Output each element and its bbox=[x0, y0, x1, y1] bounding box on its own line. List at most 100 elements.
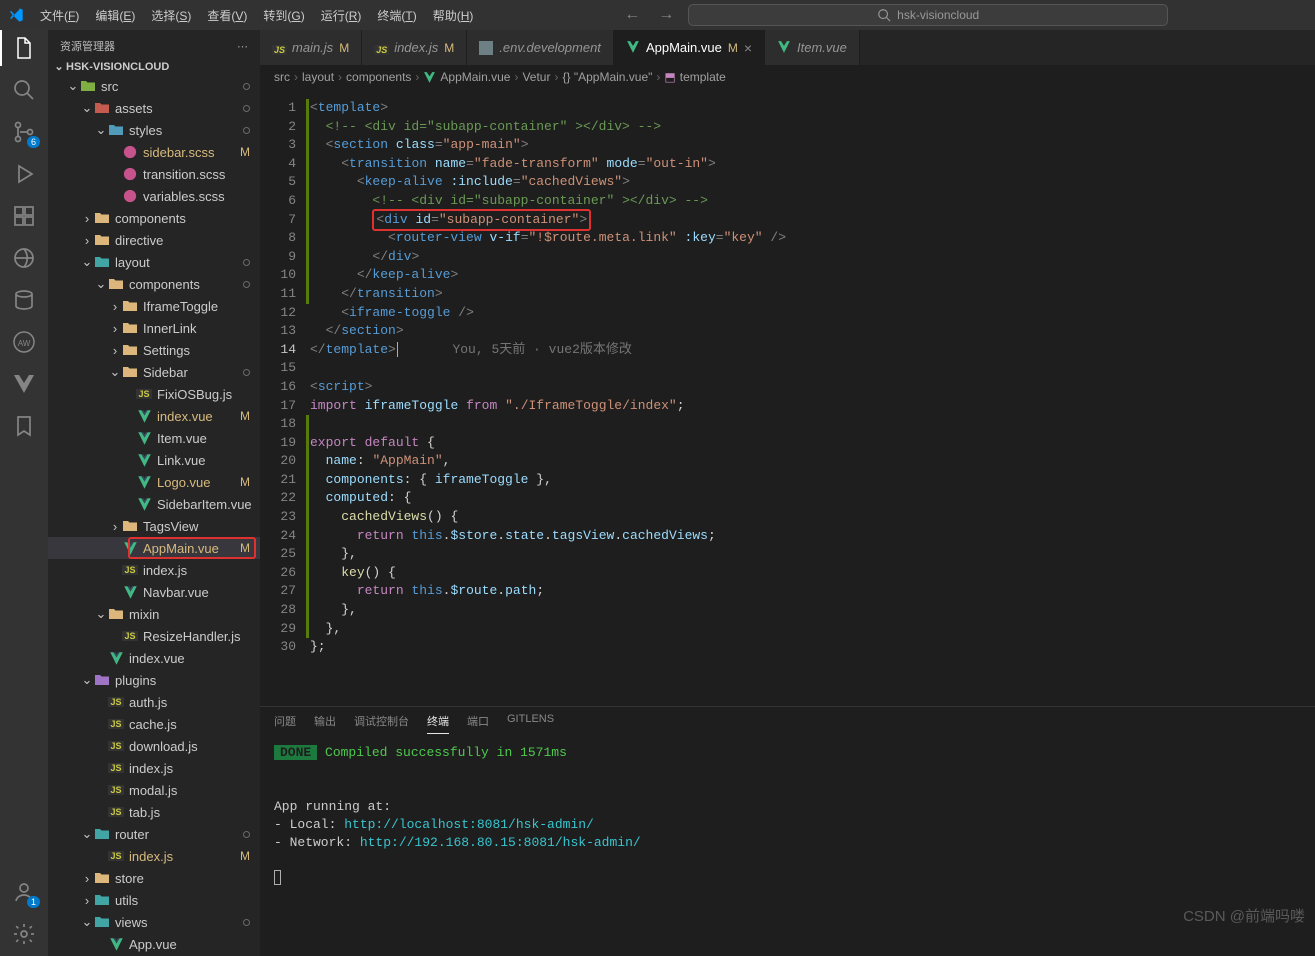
tree-item-modal.js[interactable]: JSmodal.js bbox=[48, 779, 260, 801]
tree-item-Navbar.vue[interactable]: Navbar.vue bbox=[48, 581, 260, 603]
tree-item-variables.scss[interactable]: variables.scss bbox=[48, 185, 260, 207]
menubar: 文件(F)编辑(E)选择(S)查看(V)转到(G)运行(R)终端(T)帮助(H)… bbox=[0, 0, 1315, 30]
tree-item-index.vue[interactable]: index.vueM bbox=[48, 405, 260, 427]
tree-item-Settings[interactable]: ›Settings bbox=[48, 339, 260, 361]
tree-item-tab.js[interactable]: JStab.js bbox=[48, 801, 260, 823]
menu-帮助[interactable]: 帮助(H) bbox=[425, 7, 482, 24]
tree-item-download.js[interactable]: JSdownload.js bbox=[48, 735, 260, 757]
panel-tab-GITLENS[interactable]: GITLENS bbox=[507, 713, 554, 734]
panel-tab-调试控制台[interactable]: 调试控制台 bbox=[354, 713, 409, 734]
breadcrumb-item[interactable]: {} "AppMain.vue" bbox=[562, 70, 652, 84]
editor-body[interactable]: 1234567891011121314151617181920212223242… bbox=[260, 89, 1315, 706]
breadcrumb-item[interactable]: Vetur bbox=[522, 70, 550, 84]
nav-forward-icon[interactable]: → bbox=[654, 6, 678, 24]
tab-AppMain.vue[interactable]: AppMain.vueM× bbox=[614, 30, 765, 65]
panel: 问题输出调试控制台终端端口 GITLENS DONE Compiled succe… bbox=[260, 706, 1315, 956]
tree-item-router[interactable]: ⌄router bbox=[48, 823, 260, 845]
breadcrumb-item[interactable]: src bbox=[274, 70, 290, 84]
tree-item-store[interactable]: ›store bbox=[48, 867, 260, 889]
done-badge: DONE bbox=[274, 745, 317, 760]
run-debug-icon[interactable] bbox=[12, 162, 36, 186]
editor-area: JSmain.jsMJSindex.jsM.env.developmentApp… bbox=[260, 30, 1315, 956]
tree-item-index.vue[interactable]: index.vue bbox=[48, 647, 260, 669]
command-center[interactable]: hsk-visioncloud bbox=[688, 4, 1168, 26]
breadcrumb-item[interactable]: layout bbox=[302, 70, 334, 84]
tree-item-plugins[interactable]: ⌄plugins bbox=[48, 669, 260, 691]
tree-root[interactable]: ⌄HSK-VISIONCLOUD bbox=[48, 58, 260, 75]
tree-item-components[interactable]: ⌄components bbox=[48, 273, 260, 295]
panel-tabs: 问题输出调试控制台终端端口 GITLENS bbox=[260, 707, 1315, 740]
tree-item-Logo.vue[interactable]: Logo.vueM bbox=[48, 471, 260, 493]
search-icon[interactable] bbox=[12, 78, 36, 102]
breadcrumb-item[interactable]: ⬒ template bbox=[664, 70, 725, 84]
breadcrumb-item[interactable]: AppMain.vue bbox=[423, 70, 510, 84]
tree-item-directive[interactable]: ›directive bbox=[48, 229, 260, 251]
terminal-body[interactable]: DONE Compiled successfully in 1571ms App… bbox=[260, 740, 1315, 956]
tree-item-Sidebar[interactable]: ⌄Sidebar bbox=[48, 361, 260, 383]
extensions-icon[interactable] bbox=[12, 204, 36, 228]
account-icon[interactable]: 1 bbox=[12, 880, 36, 904]
tree-item-Item.vue[interactable]: Item.vue bbox=[48, 427, 260, 449]
local-url[interactable]: http://localhost:8081/hsk-admin/ bbox=[344, 817, 594, 832]
tree-item-ResizeHandler.js[interactable]: JSResizeHandler.js bbox=[48, 625, 260, 647]
scm-icon[interactable]: 6 bbox=[12, 120, 36, 144]
panel-tab-端口[interactable]: 端口 bbox=[467, 713, 489, 734]
tree-item-utils[interactable]: ›utils bbox=[48, 889, 260, 911]
panel-tab-输出[interactable]: 输出 bbox=[314, 713, 336, 734]
panel-tab-问题[interactable]: 问题 bbox=[274, 713, 296, 734]
db-icon[interactable] bbox=[12, 288, 36, 312]
sidebar: 资源管理器 ⋯ ⌄HSK-VISIONCLOUD ⌄src⌄assets⌄sty… bbox=[48, 30, 260, 956]
menu-运行[interactable]: 运行(R) bbox=[313, 7, 370, 24]
tree-item-src[interactable]: ⌄src bbox=[48, 75, 260, 97]
tree-item-cache.js[interactable]: JScache.js bbox=[48, 713, 260, 735]
tree-item-IframeToggle[interactable]: ›IframeToggle bbox=[48, 295, 260, 317]
tree-item-index.js[interactable]: JSindex.jsM bbox=[48, 845, 260, 867]
tree-item-components[interactable]: ›components bbox=[48, 207, 260, 229]
tree-item-assets[interactable]: ⌄assets bbox=[48, 97, 260, 119]
vue-icon[interactable] bbox=[12, 372, 36, 396]
explorer-icon[interactable] bbox=[12, 36, 36, 60]
tree-item-InnerLink[interactable]: ›InnerLink bbox=[48, 317, 260, 339]
sidebar-more-icon[interactable]: ⋯ bbox=[237, 40, 248, 53]
menu-编辑[interactable]: 编辑(E) bbox=[87, 7, 143, 24]
scm-badge: 6 bbox=[27, 136, 40, 148]
menu-查看[interactable]: 查看(V) bbox=[199, 7, 255, 24]
breadcrumb-item[interactable]: components bbox=[346, 70, 411, 84]
tree-item-auth.js[interactable]: JSauth.js bbox=[48, 691, 260, 713]
tree-item-App.vue[interactable]: App.vue bbox=[48, 933, 260, 955]
tree-item-layout[interactable]: ⌄layout bbox=[48, 251, 260, 273]
code-content[interactable]: <template> <!-- <div id="subapp-containe… bbox=[310, 89, 1315, 706]
tab-index.js[interactable]: JSindex.jsM bbox=[362, 30, 467, 65]
tree-item-SidebarItem.vue[interactable]: SidebarItem.vue bbox=[48, 493, 260, 515]
bookmark-icon[interactable] bbox=[12, 414, 36, 438]
gutter: 1234567891011121314151617181920212223242… bbox=[260, 89, 310, 706]
tree-item-sidebar.scss[interactable]: sidebar.scssM bbox=[48, 141, 260, 163]
tree-item-transition.scss[interactable]: transition.scss bbox=[48, 163, 260, 185]
remote-icon[interactable] bbox=[12, 246, 36, 270]
tree-item-AppMain.vue[interactable]: AppMain.vueM bbox=[48, 537, 260, 559]
nav-back-icon[interactable]: ← bbox=[620, 6, 644, 24]
tree-item-index.js[interactable]: JSindex.js bbox=[48, 559, 260, 581]
menu-选择[interactable]: 选择(S) bbox=[143, 7, 199, 24]
tree-item-views[interactable]: ⌄views bbox=[48, 911, 260, 933]
network-url[interactable]: http://192.168.80.15:8081/hsk-admin/ bbox=[360, 835, 641, 850]
tab-Item.vue[interactable]: Item.vue bbox=[765, 30, 860, 65]
tab-close-icon[interactable]: × bbox=[744, 40, 752, 56]
tree-item-TagsView[interactable]: ›TagsView bbox=[48, 515, 260, 537]
aw-icon[interactable]: AW bbox=[12, 330, 36, 354]
tree-item-mixin[interactable]: ⌄mixin bbox=[48, 603, 260, 625]
tree-item-FixiOSBug.js[interactable]: JSFixiOSBug.js bbox=[48, 383, 260, 405]
tree-item-styles[interactable]: ⌄styles bbox=[48, 119, 260, 141]
tree-item-index.js[interactable]: JSindex.js bbox=[48, 757, 260, 779]
menu-终端[interactable]: 终端(T) bbox=[369, 7, 424, 24]
tree-item-Link.vue[interactable]: Link.vue bbox=[48, 449, 260, 471]
breadcrumb[interactable]: src›layout›components› AppMain.vue›Vetur… bbox=[260, 65, 1315, 89]
menu-转到[interactable]: 转到(G) bbox=[255, 7, 312, 24]
tab-main.js[interactable]: JSmain.jsM bbox=[260, 30, 362, 65]
panel-tab-终端[interactable]: 终端 bbox=[427, 713, 449, 734]
tab-.env.development[interactable]: .env.development bbox=[467, 30, 614, 65]
settings-icon[interactable] bbox=[12, 922, 36, 946]
account-badge: 1 bbox=[27, 896, 40, 908]
menu-文件[interactable]: 文件(F) bbox=[32, 7, 87, 24]
command-center-text: hsk-visioncloud bbox=[897, 8, 979, 22]
